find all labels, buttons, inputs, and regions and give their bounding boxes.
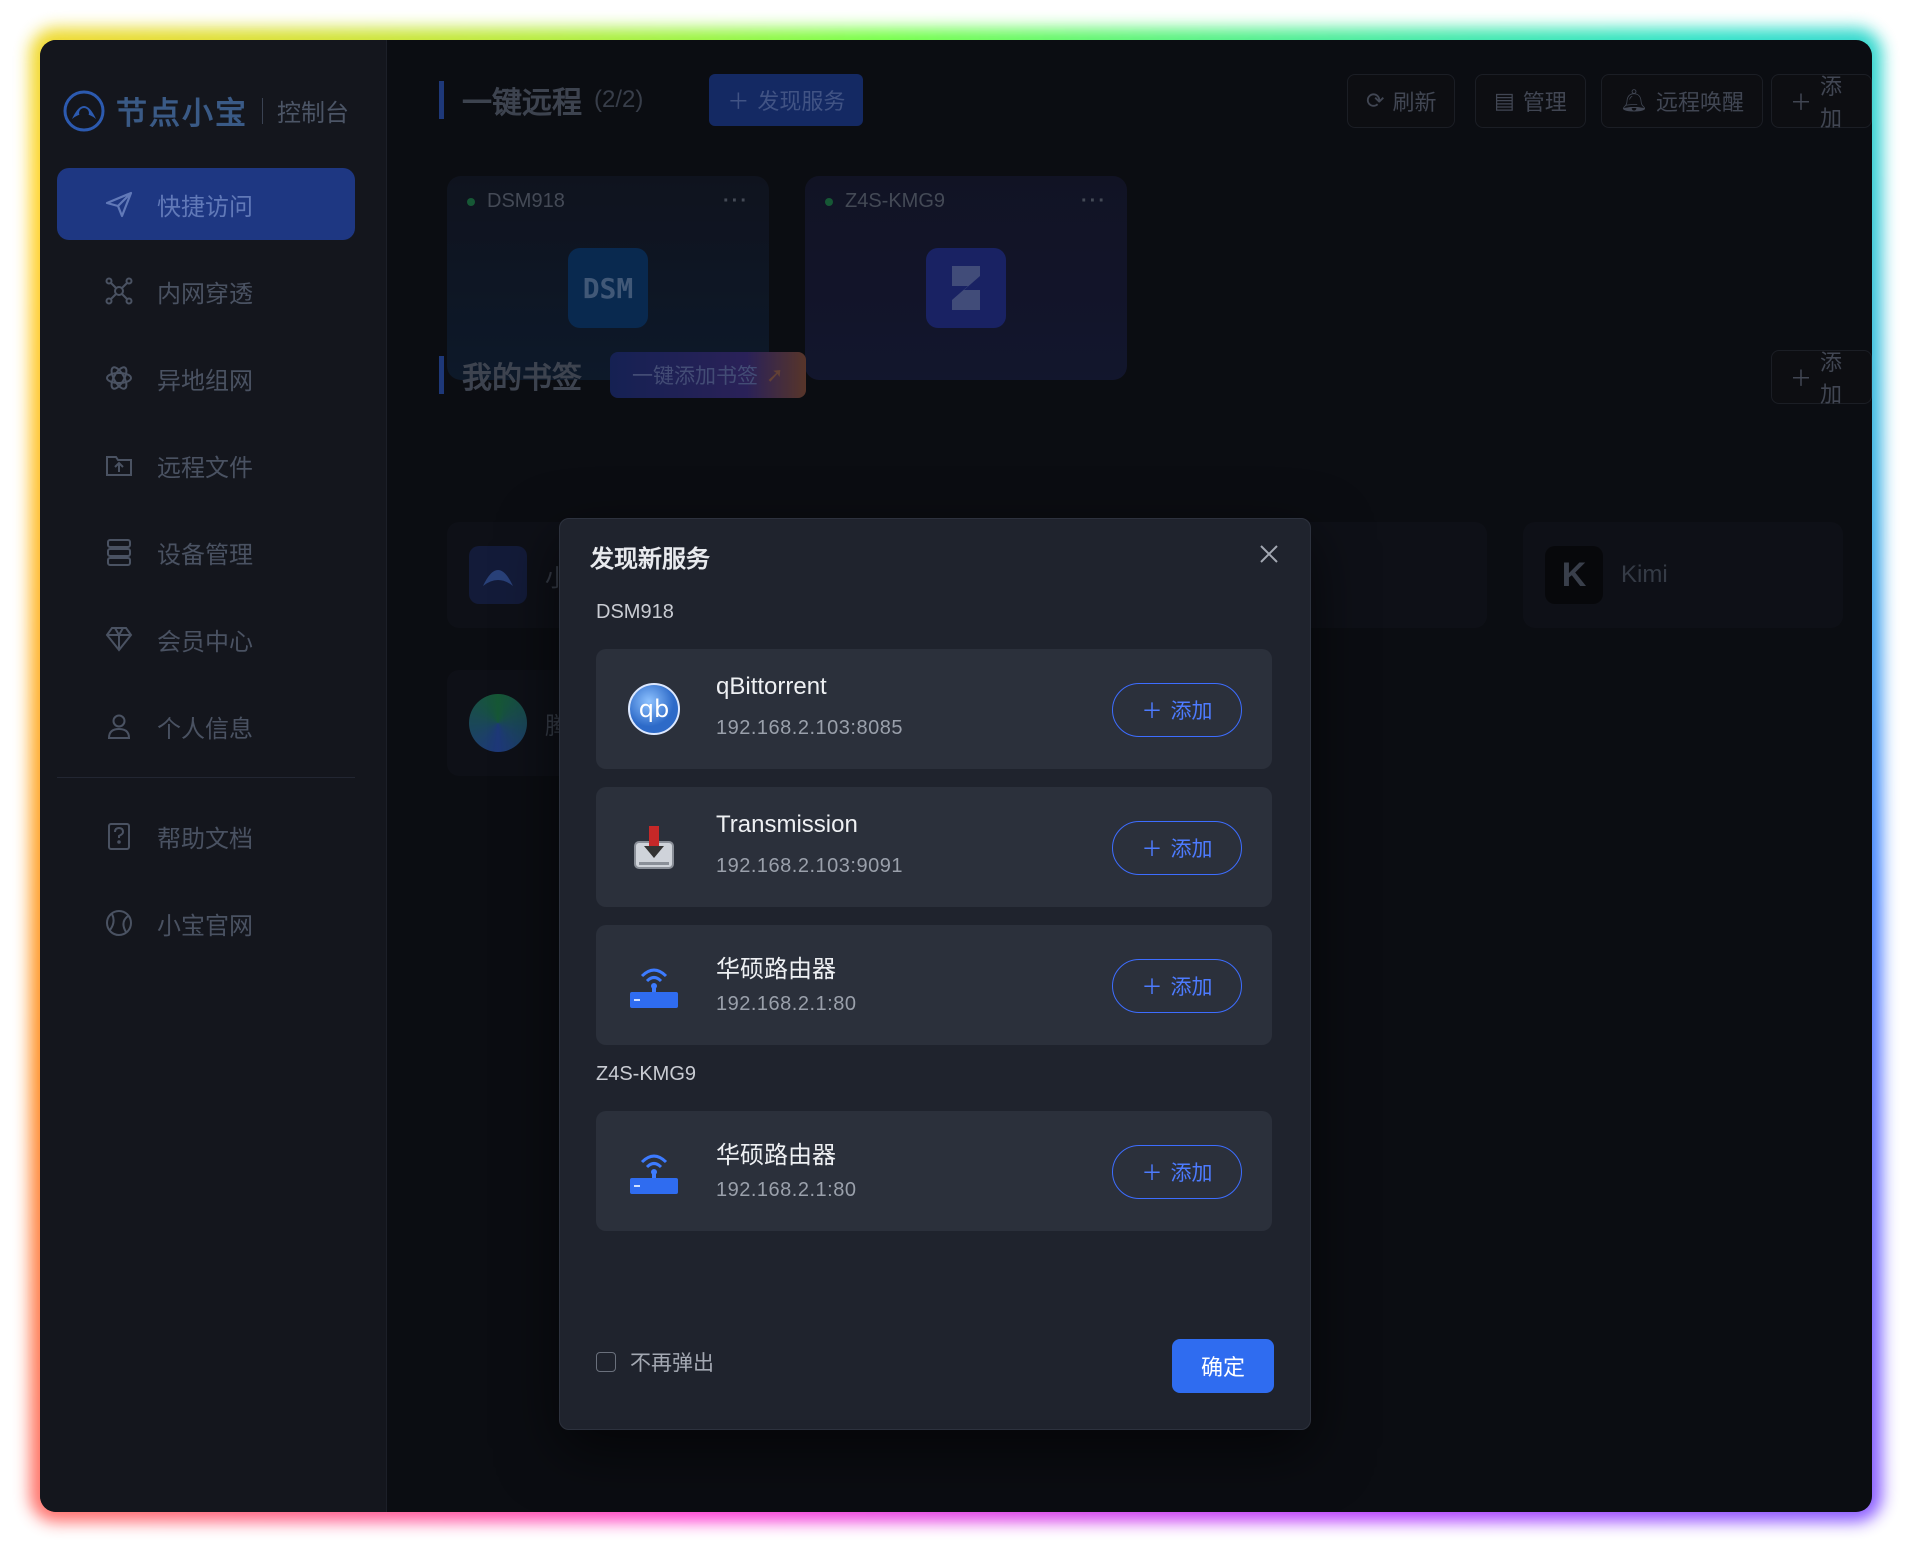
dont-show-again-option[interactable]: 不再弹出	[596, 1347, 714, 1377]
user-icon	[103, 710, 135, 742]
add-service-button[interactable]: ＋ 添加	[1112, 821, 1242, 875]
brand-divider	[262, 97, 263, 124]
service-address: 192.168.2.1:80	[716, 1179, 857, 1201]
sidebar: 节点小宝 控制台 快捷访问 内网穿透 异地组网 远程文件 设备管理 会员中心 个…	[40, 40, 387, 1512]
service-name: qBittorrent	[716, 673, 827, 700]
dialog-title: 发现新服务	[590, 546, 710, 573]
help-doc-icon	[103, 820, 135, 852]
sidebar-item-label: 内网穿透	[157, 280, 253, 308]
service-address: 192.168.2.1:80	[716, 993, 857, 1015]
confirm-button[interactable]: 确定	[1172, 1339, 1274, 1393]
plus-icon: ＋	[1141, 976, 1163, 999]
plus-icon: ＋	[1141, 1162, 1163, 1185]
svg-text:qb: qb	[639, 695, 669, 723]
add-service-label: 添加	[1170, 700, 1213, 723]
sidebar-item-devices[interactable]: 设备管理	[57, 516, 355, 588]
group-label-z4s-kmg9: Z4S-KMG9	[596, 1063, 697, 1085]
brand-subtitle: 控制台	[277, 100, 349, 127]
globe-icon	[103, 907, 135, 939]
sidebar-item-label: 设备管理	[157, 541, 253, 569]
sidebar-divider	[57, 777, 355, 778]
diamond-icon	[103, 623, 135, 655]
sidebar-item-mesh[interactable]: 异地组网	[57, 342, 355, 414]
sidebar-item-website[interactable]: 小宝官网	[57, 887, 355, 959]
sidebar-item-label: 远程文件	[157, 454, 253, 482]
mesh-icon	[103, 362, 135, 394]
close-icon[interactable]	[1254, 539, 1284, 569]
sidebar-item-label: 会员中心	[157, 628, 253, 656]
sidebar-nav: 快捷访问 内网穿透 异地组网 远程文件 设备管理 会员中心 个人信息 帮助文档 …	[57, 168, 355, 974]
service-address: 192.168.2.103:8085	[716, 717, 903, 739]
sidebar-item-intranet[interactable]: 内网穿透	[57, 255, 355, 327]
router-icon	[626, 1143, 682, 1199]
sidebar-item-label: 小宝官网	[157, 912, 253, 940]
service-row-asus-router: 华硕路由器 192.168.2.1:80 ＋ 添加	[596, 1111, 1272, 1231]
add-service-label: 添加	[1170, 838, 1213, 861]
service-name: 华硕路由器	[716, 1142, 836, 1169]
brand: 节点小宝 控制台	[62, 88, 349, 133]
router-icon	[626, 957, 682, 1013]
sidebar-item-label: 异地组网	[157, 367, 253, 395]
folder-upload-icon	[103, 449, 135, 481]
add-service-button[interactable]: ＋ 添加	[1112, 683, 1242, 737]
app-window: 节点小宝 控制台 快捷访问 内网穿透 异地组网 远程文件 设备管理 会员中心 个…	[40, 40, 1872, 1512]
group-label-dsm918: DSM918	[596, 601, 674, 623]
sidebar-item-label: 快捷访问	[157, 193, 253, 221]
sidebar-item-quick-access[interactable]: 快捷访问	[57, 168, 355, 240]
send-icon	[103, 188, 135, 220]
plus-icon: ＋	[1141, 838, 1163, 861]
dont-show-again-checkbox[interactable]	[596, 1352, 616, 1372]
add-service-button[interactable]: ＋ 添加	[1112, 959, 1242, 1013]
sidebar-item-membership[interactable]: 会员中心	[57, 603, 355, 675]
node-logo-icon	[63, 90, 105, 131]
add-service-label: 添加	[1170, 976, 1213, 999]
service-name: 华硕路由器	[716, 956, 836, 983]
brand-name: 节点小宝	[116, 96, 248, 131]
server-icon	[103, 536, 135, 568]
plus-icon: ＋	[1141, 700, 1163, 723]
add-service-label: 添加	[1170, 1162, 1213, 1185]
dont-show-again-label: 不再弹出	[630, 1352, 714, 1375]
service-address: 192.168.2.103:9091	[716, 855, 903, 877]
add-service-button[interactable]: ＋ 添加	[1112, 1145, 1242, 1199]
discover-services-dialog: 发现新服务 DSM918 qb qBittorrent 192.168.2.10…	[559, 518, 1311, 1430]
sidebar-item-label: 个人信息	[157, 715, 253, 743]
transmission-icon	[626, 819, 682, 875]
service-row-qbittorrent: qb qBittorrent 192.168.2.103:8085 ＋ 添加	[596, 649, 1272, 769]
qbittorrent-icon: qb	[626, 681, 682, 737]
sidebar-item-profile[interactable]: 个人信息	[57, 690, 355, 762]
service-name: Transmission	[716, 811, 858, 838]
sidebar-item-remote-files[interactable]: 远程文件	[57, 429, 355, 501]
service-row-asus-router: 华硕路由器 192.168.2.1:80 ＋ 添加	[596, 925, 1272, 1045]
sidebar-item-label: 帮助文档	[157, 825, 253, 853]
service-row-transmission: Transmission 192.168.2.103:9091 ＋ 添加	[596, 787, 1272, 907]
network-icon	[103, 275, 135, 307]
sidebar-item-help-docs[interactable]: 帮助文档	[57, 800, 355, 872]
